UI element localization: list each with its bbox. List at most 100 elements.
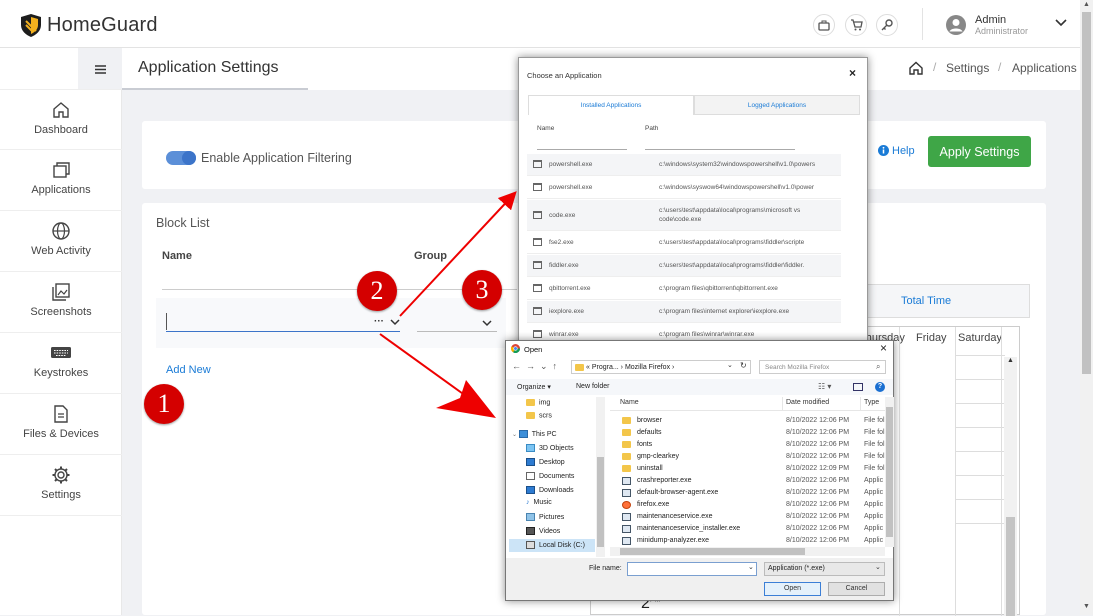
file-row[interactable]: browser 8/10/2022 12:06 PM File fol bbox=[610, 415, 890, 427]
tree-item-pictures[interactable]: Pictures bbox=[526, 513, 564, 521]
key-button[interactable] bbox=[876, 14, 898, 36]
sidebar-item-settings[interactable]: Settings bbox=[0, 455, 122, 516]
total-time-tab[interactable]: Total Time bbox=[901, 295, 951, 307]
file-date: 8/10/2022 12:06 PM bbox=[786, 417, 850, 424]
tree-item-local-disk[interactable]: Local Disk (C:) bbox=[509, 539, 595, 552]
chevron-down-icon[interactable]: ⌄ bbox=[727, 361, 733, 369]
list-item[interactable]: powershell.exe c:\windows\syswow64\window… bbox=[527, 177, 841, 199]
address-bar[interactable]: « Progra... › Mozilla Firefox › bbox=[571, 360, 751, 374]
tab-installed[interactable]: Installed Applications bbox=[528, 95, 694, 115]
info-icon[interactable] bbox=[878, 145, 889, 156]
list-item[interactable]: powershell.exe c:\windows\system32\window… bbox=[527, 154, 841, 176]
file-row[interactable]: minidump-analyzer.exe 8/10/2022 12:06 PM A… bbox=[610, 535, 890, 547]
file-row[interactable]: maintenanceservice_installer.exe 8/10/202… bbox=[610, 523, 890, 535]
tree-scrollbar[interactable] bbox=[596, 397, 605, 557]
close-icon[interactable]: × bbox=[880, 341, 887, 355]
tree-item-music[interactable]: ♪ Music bbox=[526, 499, 552, 506]
help-link[interactable]: Help bbox=[892, 145, 915, 157]
column-date[interactable]: Date modified bbox=[786, 399, 829, 406]
help-icon[interactable]: ? bbox=[875, 382, 885, 392]
list-item[interactable]: fse2.exe c:\users\test\appdata\local\prog… bbox=[527, 232, 841, 254]
tree-item-documents[interactable]: Documents bbox=[526, 472, 574, 480]
breadcrumb-applications[interactable]: Applications bbox=[1012, 61, 1077, 75]
file-row[interactable]: fonts 8/10/2022 12:06 PM File fol bbox=[610, 439, 890, 451]
scroll-up-icon[interactable]: ▲ bbox=[1007, 357, 1014, 364]
new-folder-button[interactable]: New folder bbox=[576, 383, 609, 390]
file-row[interactable]: crashreporter.exe 8/10/2022 12:06 PM Appli… bbox=[610, 475, 890, 487]
list-item[interactable]: qbittorrent.exe c:\program files\qbittorr… bbox=[527, 278, 841, 300]
organize-button[interactable]: Organize ▾ bbox=[517, 383, 551, 391]
apply-settings-button[interactable]: Apply Settings bbox=[928, 136, 1031, 167]
file-type: Applic bbox=[864, 501, 884, 508]
sidebar-item-web-activity[interactable]: Web Activity bbox=[0, 211, 122, 272]
file-row[interactable]: defaults 8/10/2022 12:06 PM File fol bbox=[610, 427, 890, 439]
window-icon bbox=[533, 261, 542, 269]
folder-icon bbox=[526, 399, 535, 406]
list-item[interactable]: code.exe c:\users\test\appdata\local\prog… bbox=[527, 200, 841, 231]
nav-arrows[interactable]: ←→⌄↑ bbox=[512, 361, 562, 372]
tab-logged[interactable]: Logged Applications bbox=[694, 95, 860, 114]
browse-button[interactable]: ··· bbox=[374, 316, 384, 327]
tree-item-downloads[interactable]: Downloads bbox=[526, 486, 574, 494]
computer-icon bbox=[518, 430, 528, 438]
cart-button[interactable] bbox=[845, 14, 867, 36]
breadcrumb-settings[interactable]: Settings bbox=[946, 61, 989, 75]
view-icon[interactable]: ☷ ▾ bbox=[818, 382, 831, 391]
tree-item-desktop[interactable]: Desktop bbox=[526, 458, 565, 466]
preview-pane-icon[interactable] bbox=[853, 383, 863, 391]
tree-item-videos[interactable]: Videos bbox=[526, 527, 560, 535]
sidebar-item-keystrokes[interactable]: Keystrokes bbox=[0, 333, 122, 394]
group-select[interactable] bbox=[417, 331, 497, 332]
file-row[interactable]: firefox.exe 8/10/2022 12:06 PM Applic bbox=[610, 499, 890, 511]
window-icon bbox=[533, 330, 542, 338]
file-scrollbar[interactable] bbox=[885, 397, 894, 547]
tree-item-scrs[interactable]: scrs bbox=[526, 412, 552, 419]
name-filter-input[interactable] bbox=[537, 149, 627, 150]
file-type-select[interactable]: Application (*.exe) bbox=[764, 562, 885, 576]
window-icon bbox=[533, 238, 542, 246]
column-name[interactable]: Name bbox=[620, 399, 639, 406]
sidebar-item-dashboard[interactable]: Dashboard bbox=[0, 89, 122, 150]
file-row[interactable]: gmp-clearkey 8/10/2022 12:06 PM File fol bbox=[610, 451, 890, 463]
briefcase-button[interactable] bbox=[813, 14, 835, 36]
add-new-link[interactable]: Add New bbox=[166, 364, 211, 376]
chevron-down-icon[interactable] bbox=[482, 320, 492, 327]
avatar-icon[interactable] bbox=[945, 14, 967, 36]
home-icon[interactable] bbox=[909, 61, 923, 75]
sidebar-item-screenshots[interactable]: Screenshots bbox=[0, 272, 122, 333]
file-row[interactable]: maintenanceservice.exe 8/10/2022 12:06 PM… bbox=[610, 511, 890, 523]
scroll-down-icon[interactable]: ▼ bbox=[1083, 603, 1090, 610]
chevron-down-icon[interactable] bbox=[390, 319, 400, 326]
key-icon bbox=[881, 19, 893, 31]
chevron-down-icon[interactable] bbox=[1055, 19, 1067, 27]
sidebar-item-label: Dashboard bbox=[34, 124, 88, 136]
tree-item-3d-objects[interactable]: 3D Objects bbox=[526, 444, 574, 452]
cancel-button[interactable]: Cancel bbox=[828, 582, 885, 596]
sidebar: Dashboard Applications Web Activity Scre… bbox=[0, 48, 122, 615]
file-row[interactable]: default-browser-agent.exe 8/10/2022 12:06… bbox=[610, 487, 890, 499]
list-item[interactable]: fiddler.exe c:\users\test\appdata\local\p… bbox=[527, 255, 841, 277]
tree-item-img[interactable]: img bbox=[526, 399, 550, 406]
scroll-up-icon[interactable]: ▲ bbox=[1083, 1, 1090, 8]
file-row[interactable]: uninstall 8/10/2022 12:09 PM File fol bbox=[610, 463, 890, 475]
calendar-scrollbar[interactable] bbox=[1004, 357, 1017, 616]
sidebar-item-files-devices[interactable]: Files & Devices bbox=[0, 394, 122, 455]
sidebar-item-applications[interactable]: Applications bbox=[0, 150, 122, 211]
column-type[interactable]: Type bbox=[864, 399, 879, 406]
filter-toggle[interactable] bbox=[166, 151, 196, 165]
menu-toggle-button[interactable] bbox=[78, 48, 122, 90]
horizontal-scrollbar[interactable] bbox=[610, 547, 885, 556]
path-filter-input[interactable] bbox=[645, 149, 795, 150]
chevron-down-icon[interactable]: ⌄ bbox=[875, 563, 881, 571]
search-input[interactable]: Search Mozilla Firefox bbox=[759, 360, 886, 374]
filename-input[interactable] bbox=[627, 562, 757, 576]
name-input[interactable] bbox=[166, 331, 400, 332]
file-type: File fol bbox=[864, 417, 885, 424]
tree-item-this-pc[interactable]: ⌄ This PC bbox=[512, 430, 557, 438]
page-scrollbar[interactable]: ▲ ▼ bbox=[1080, 0, 1093, 615]
close-icon[interactable]: × bbox=[849, 66, 856, 80]
chevron-down-icon[interactable]: ⌄ bbox=[748, 563, 754, 571]
open-button[interactable]: Open bbox=[764, 582, 821, 596]
refresh-icon[interactable]: ↻ bbox=[740, 361, 747, 370]
list-item[interactable]: iexplore.exe c:\program files\internet ex… bbox=[527, 301, 841, 323]
